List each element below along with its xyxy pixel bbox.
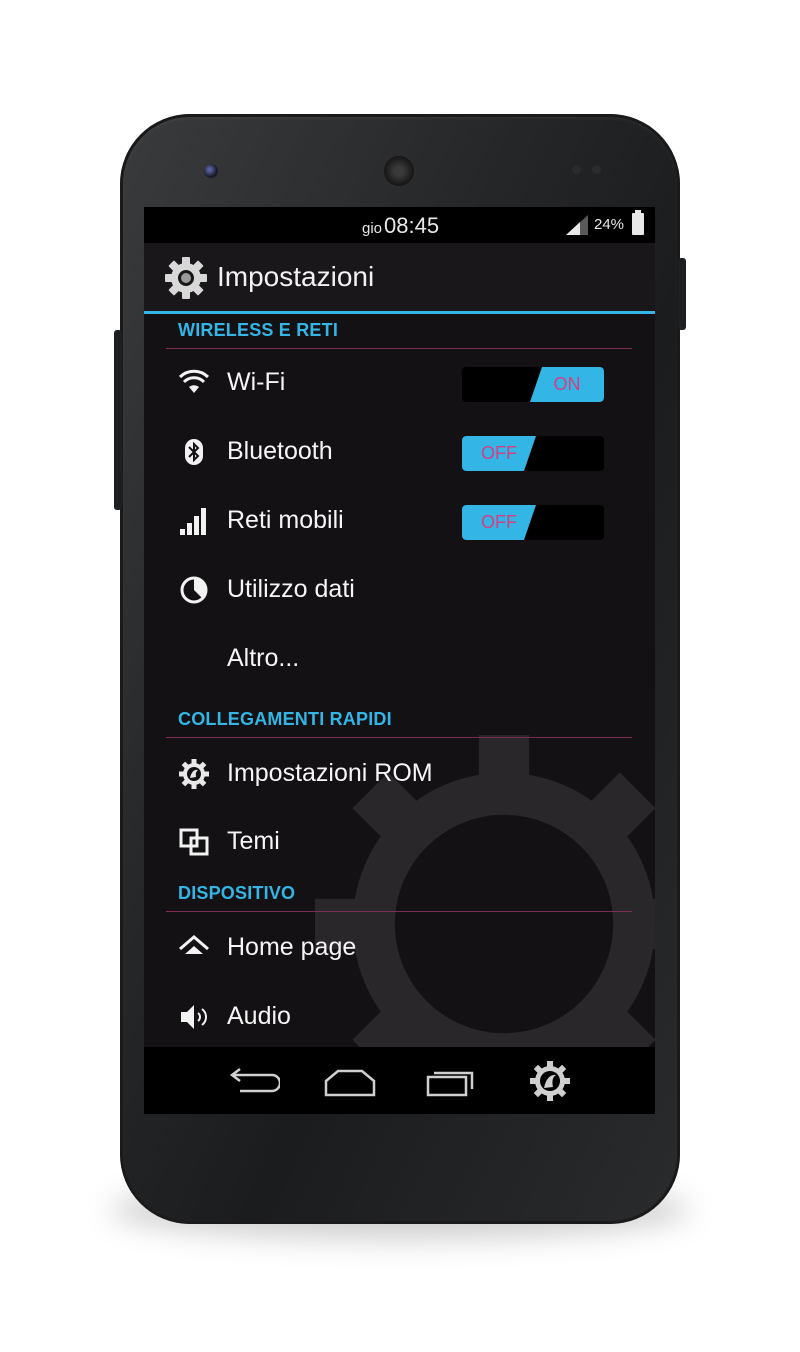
rom-logo-icon[interactable] [520, 1061, 580, 1101]
bluetooth-icon [185, 439, 203, 465]
screen: gio08:45 24% Impostazioni WIRELESS E RET… [144, 207, 655, 1114]
wifi-toggle-state: ON [530, 367, 604, 402]
battery-percent: 24% [594, 216, 625, 233]
status-time: 08:45 [384, 213, 440, 238]
section-title-wireless: WIRELESS E RETI [178, 320, 339, 340]
gear-icon [165, 257, 207, 299]
setting-wifi[interactable]: Wi-Fi ON [144, 349, 655, 417]
light-sensor [592, 165, 601, 174]
battery-icon [632, 210, 644, 235]
setting-label-rom-settings: Impostazioni ROM [227, 759, 433, 787]
data-usage-icon [180, 576, 208, 604]
setting-rom-settings[interactable]: Impostazioni ROM [144, 740, 655, 808]
section-title-device: DISPOSITIVO [178, 883, 296, 903]
setting-themes[interactable]: Temi [144, 808, 655, 876]
setting-audio[interactable]: Audio [144, 983, 655, 1047]
section-header-wireless: WIRELESS E RETI [166, 314, 632, 349]
signal-icon [180, 508, 206, 535]
wifi-toggle[interactable]: ON [462, 367, 604, 402]
setting-label-home-page: Home page [227, 933, 357, 961]
section-header-device: DISPOSITIVO [166, 877, 632, 912]
speaker-icon [181, 1005, 207, 1029]
recents-icon[interactable] [420, 1061, 480, 1101]
mobile-networks-toggle[interactable]: OFF [462, 505, 604, 540]
setting-home-page[interactable]: Home page [144, 914, 655, 982]
setting-label-data-usage: Utilizzo dati [227, 575, 355, 603]
proximity-sensor [572, 165, 581, 174]
section-header-shortcuts: COLLEGAMENTI RAPIDI [166, 703, 632, 738]
setting-data-usage[interactable]: Utilizzo dati [144, 556, 655, 624]
setting-label-themes: Temi [227, 827, 280, 855]
earpiece-speaker [384, 156, 414, 186]
setting-label-mobile-networks: Reti mobili [227, 506, 344, 534]
action-bar: Impostazioni [144, 243, 655, 314]
cell-signal-icon [566, 215, 588, 235]
setting-label-audio: Audio [227, 1002, 291, 1030]
status-clock: gio08:45 [362, 213, 439, 239]
page-title: Impostazioni [217, 261, 375, 292]
power-button [678, 258, 686, 330]
navigation-bar [144, 1047, 655, 1114]
rom-gear-icon [179, 759, 209, 789]
status-bar: gio08:45 24% [144, 207, 655, 243]
setting-bluetooth[interactable]: Bluetooth OFF [144, 418, 655, 486]
themes-icon [179, 828, 209, 856]
setting-label-more: Altro... [227, 644, 300, 672]
setting-label-wifi: Wi-Fi [227, 368, 286, 396]
setting-more[interactable]: Altro... [144, 625, 655, 693]
mobile-networks-toggle-state: OFF [462, 505, 536, 540]
setting-label-bluetooth: Bluetooth [227, 437, 333, 465]
wifi-icon [178, 369, 210, 393]
section-title-shortcuts: COLLEGAMENTI RAPIDI [178, 709, 392, 729]
home-nav-icon[interactable] [320, 1061, 380, 1101]
setting-mobile-networks[interactable]: Reti mobili OFF [144, 487, 655, 555]
home-icon [179, 935, 209, 954]
settings-list[interactable]: WIRELESS E RETI Wi-Fi ON Bluetooth OFF R… [144, 314, 655, 1047]
back-icon[interactable] [220, 1061, 280, 1101]
status-day: gio [362, 220, 383, 237]
bluetooth-toggle-state: OFF [462, 436, 536, 471]
bluetooth-toggle[interactable]: OFF [462, 436, 604, 471]
volume-button [114, 330, 122, 510]
front-camera [204, 164, 218, 178]
